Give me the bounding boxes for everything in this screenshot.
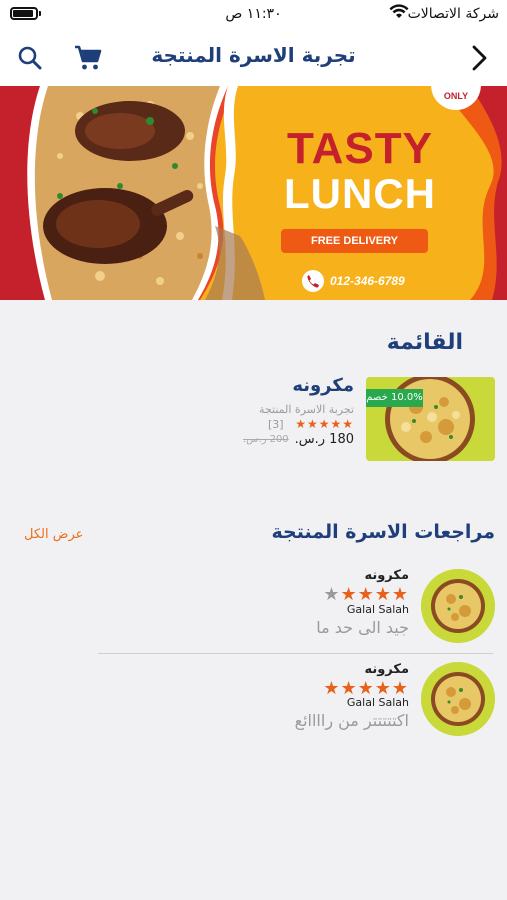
reviews-section-title: مراجعات الاسرة المنتجة [271, 521, 495, 543]
discount-badge: 10.0% خصم [366, 389, 423, 407]
product-price: 180 ر.س. [294, 432, 354, 447]
phone-icon [302, 270, 324, 292]
review-author: Galal Salah [346, 696, 409, 709]
banner-headline-2: LUNCH [284, 170, 436, 217]
app-header: تجربة الاسرة المنتجة [0, 30, 507, 86]
carrier-name: شركة الاتصالات [407, 6, 499, 22]
menu-section-title: القائمة [386, 330, 463, 355]
review-product-name: مكرونه [364, 662, 409, 677]
review-product-image[interactable] [421, 569, 495, 643]
review-divider [98, 653, 493, 654]
back-arrow-icon[interactable] [470, 45, 490, 71]
product-family-name: تجربة الاسرة المنتجة [259, 403, 354, 416]
review-text: جيد الى حد ما [316, 618, 409, 637]
status-bar: ١١:٣٠ ص شركة الاتصالات [0, 0, 507, 30]
free-delivery-label: FREE DELIVERY [281, 229, 428, 253]
promo-badge-text: ONLY [443, 91, 469, 101]
star-empty-icon: ★ [323, 584, 341, 605]
banner-headline-1: TASTY [287, 124, 433, 173]
review-author: Galal Salah [346, 603, 409, 616]
star-icon: ★★★★★ [295, 417, 354, 431]
view-all-link[interactable]: عرض الكل [24, 527, 83, 542]
product-old-price: 200 ر.س. [243, 434, 289, 445]
page-title: تجربة الاسرة المنتجة [151, 43, 356, 67]
product-rating-count: [3] [268, 418, 284, 431]
product-rating-stars: ★★★★★ [295, 417, 354, 431]
review-text: اكتتتتتر من راااائع [294, 711, 409, 730]
banner-phone-number: 012-346-6789 [330, 274, 405, 288]
promo-banner[interactable]: ONLY TASTY LUNCH FREE DELIVERY 012-346-6… [0, 86, 507, 300]
product-name[interactable]: مكرونه [292, 375, 354, 396]
review-rating-stars: ★★★★★ [323, 584, 409, 605]
review-product-image[interactable] [421, 662, 495, 736]
star-icon: ★★★★ [340, 584, 409, 605]
wifi-icon [389, 4, 409, 18]
review-product-name: مكرونه [364, 568, 409, 583]
